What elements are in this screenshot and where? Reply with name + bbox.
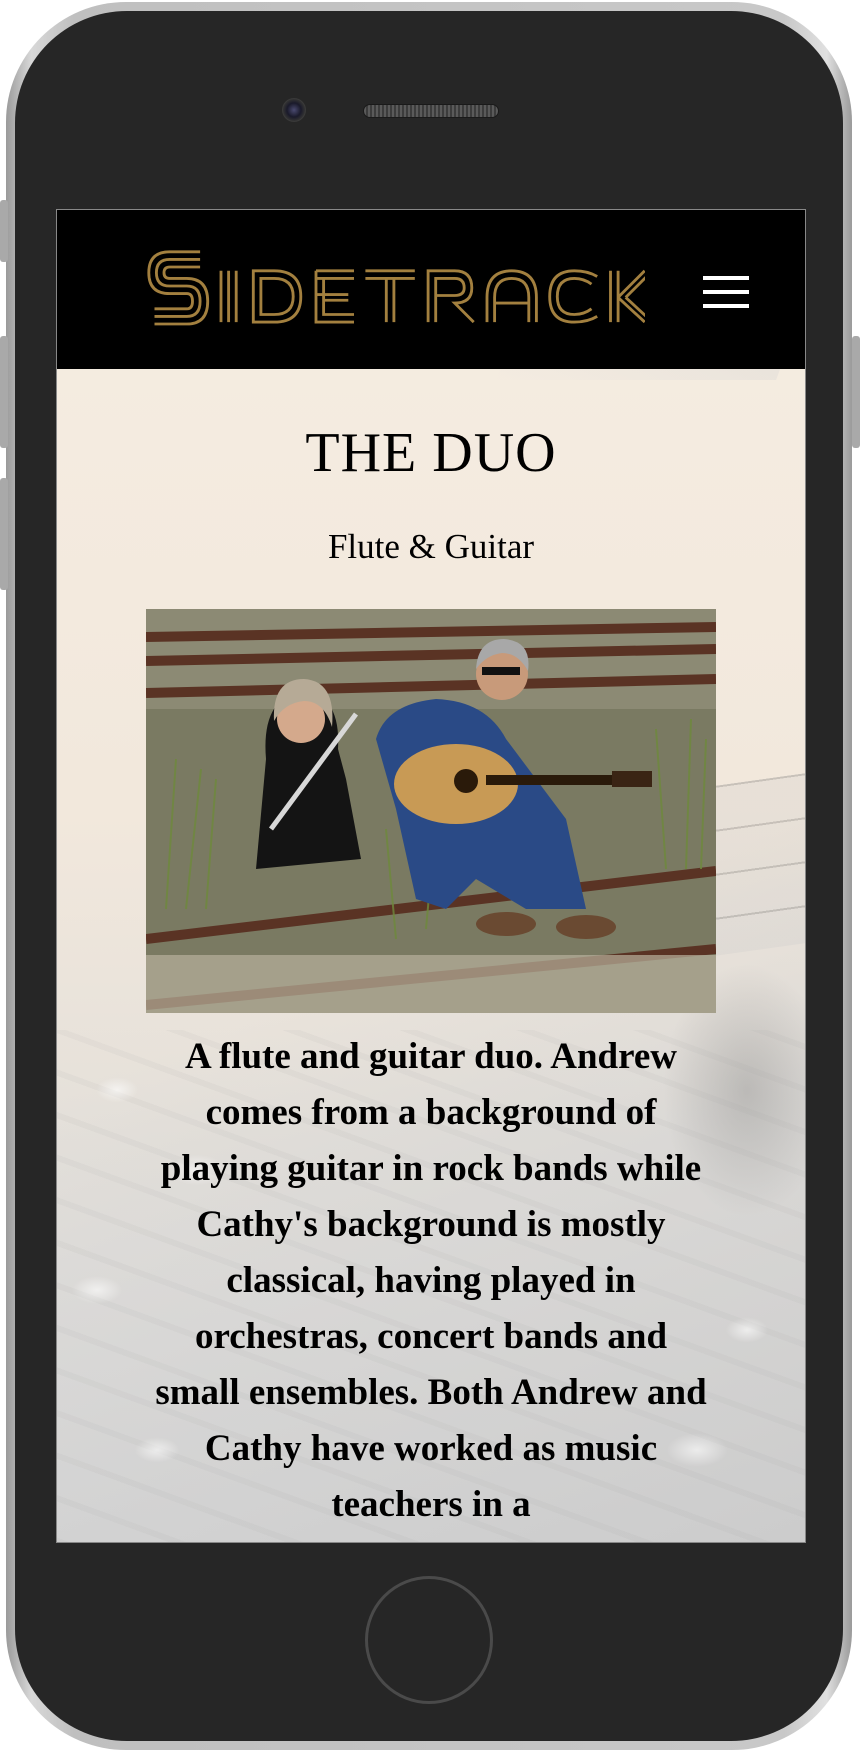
duo-description: A flute and guitar duo. Andrew comes fro… [155, 1036, 707, 1525]
duo-photo-image [146, 609, 716, 1013]
volume-down-button [0, 478, 8, 590]
page-title: THE DUO [305, 422, 557, 484]
duo-photo [146, 609, 716, 1013]
volume-up-button [0, 336, 8, 448]
power-button [852, 336, 860, 448]
sidetrack-logo-graphic [147, 250, 645, 326]
mute-switch [0, 200, 8, 262]
camera-icon [282, 98, 306, 122]
site-header [57, 210, 805, 369]
phone-screen: THE DUO Flute & Guitar A flute and guita… [56, 209, 806, 1543]
background-guitar-neck [707, 772, 805, 958]
site-logo[interactable] [145, 248, 645, 330]
hamburger-menu-button[interactable] [703, 276, 749, 308]
home-button-icon[interactable] [365, 1576, 493, 1704]
hamburger-icon-bar-bottom [703, 304, 749, 308]
page-subtitle: Flute & Guitar [327, 527, 535, 566]
hamburger-icon-bar-middle [703, 290, 749, 294]
speaker-icon [363, 104, 499, 118]
hamburger-icon-bar-top [703, 276, 749, 280]
